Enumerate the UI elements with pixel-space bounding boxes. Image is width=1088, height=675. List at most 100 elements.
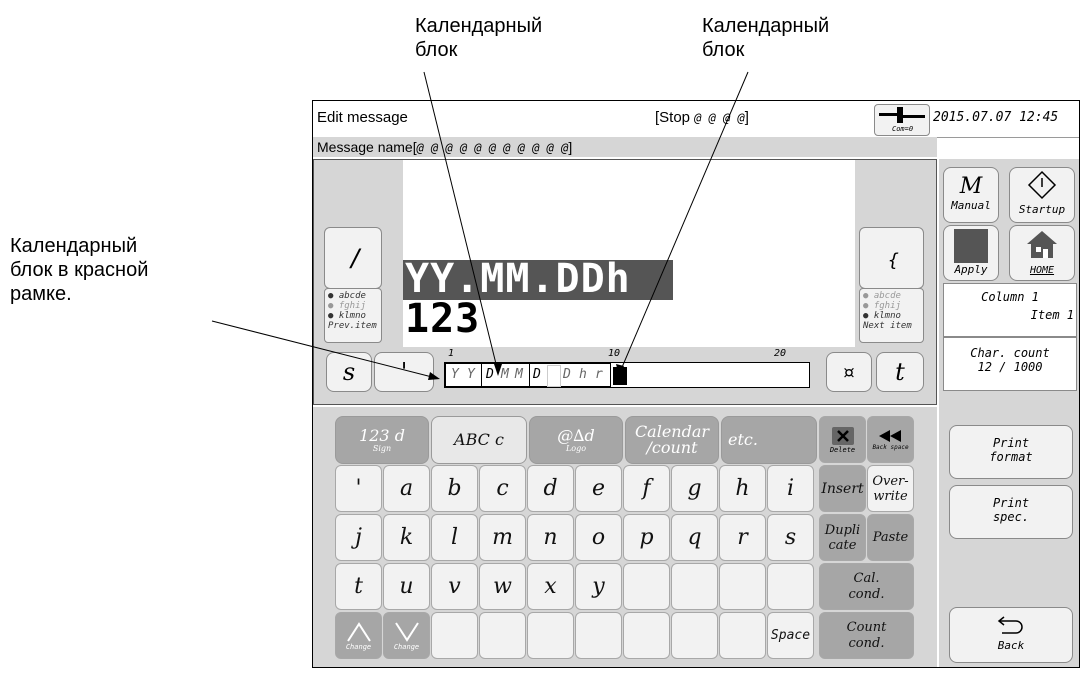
change-up-key[interactable]: Change bbox=[335, 612, 382, 659]
key-i[interactable]: i bbox=[767, 465, 814, 512]
key-blank[interactable] bbox=[719, 612, 766, 659]
key-k[interactable]: k bbox=[383, 514, 430, 561]
key-blank[interactable] bbox=[767, 563, 814, 610]
key-l[interactable]: l bbox=[431, 514, 478, 561]
cursor-currency-button[interactable]: ¤ bbox=[826, 352, 872, 392]
key-j[interactable]: j bbox=[335, 514, 382, 561]
key-c[interactable]: c bbox=[479, 465, 526, 512]
manual-button[interactable]: M Manual bbox=[943, 167, 999, 223]
print-preview[interactable]: YY.MM.DDh 123 bbox=[403, 160, 855, 347]
key-blank[interactable] bbox=[623, 563, 670, 610]
option-2: ● fghij bbox=[863, 301, 901, 311]
key-y[interactable]: y bbox=[575, 563, 622, 610]
preview-calendar-text: YY.MM.DDh bbox=[405, 256, 631, 302]
currency-label: ¤ bbox=[843, 361, 855, 383]
next-char-button[interactable]: { bbox=[859, 227, 924, 289]
cell-y2: Y bbox=[467, 367, 475, 382]
key-blank[interactable] bbox=[671, 563, 718, 610]
cursor-apostrophe-button[interactable]: ' bbox=[374, 352, 434, 392]
manual-label: Manual bbox=[951, 199, 991, 212]
key-n[interactable]: n bbox=[527, 514, 574, 561]
paste-key[interactable]: Paste bbox=[867, 514, 914, 561]
key-w[interactable]: w bbox=[479, 563, 526, 610]
startup-icon bbox=[1027, 170, 1057, 200]
key-m[interactable]: m bbox=[479, 514, 526, 561]
duplicate-key[interactable]: Dupli cate bbox=[819, 514, 866, 561]
character-strip[interactable]: Y Y D M M D D h r bbox=[444, 362, 810, 388]
ruler-20: 20 bbox=[774, 348, 787, 359]
key-o[interactable]: o bbox=[575, 514, 622, 561]
key-blank[interactable] bbox=[527, 612, 574, 659]
apply-button[interactable]: Apply bbox=[943, 225, 999, 281]
key-r[interactable]: r bbox=[719, 514, 766, 561]
count-condition-key[interactable]: Count cond. bbox=[819, 612, 914, 659]
key-v[interactable]: v bbox=[431, 563, 478, 610]
key-blank[interactable] bbox=[575, 612, 622, 659]
char-count-box: Char. count 12 / 1000 bbox=[943, 337, 1077, 391]
back-button[interactable]: Back bbox=[949, 607, 1073, 663]
cell-d3: D bbox=[563, 367, 571, 382]
print-format-button[interactable]: Print format bbox=[949, 425, 1073, 479]
key-g[interactable]: g bbox=[671, 465, 718, 512]
key-e[interactable]: e bbox=[575, 465, 622, 512]
key-h[interactable]: h bbox=[719, 465, 766, 512]
cursor-t-button[interactable]: t bbox=[876, 352, 924, 392]
status-display: [Stop @ @ @ @] bbox=[655, 109, 749, 126]
back-arrow-icon bbox=[997, 616, 1023, 634]
tab-etc[interactable]: etc. bbox=[721, 416, 817, 464]
callout-text: Календарный bbox=[10, 235, 138, 257]
option-2: ● fghij bbox=[328, 301, 366, 311]
com-button[interactable]: Com=0 bbox=[874, 104, 930, 136]
cursor-s-button[interactable]: s bbox=[326, 352, 372, 392]
status-prefix: [Stop bbox=[655, 109, 695, 126]
key-a[interactable]: a bbox=[383, 465, 430, 512]
home-button[interactable]: HOME bbox=[1009, 225, 1075, 281]
keyboard-area: 123 d Sign ABC c @∆d Logo Calendar /count … bbox=[313, 407, 937, 667]
side-panel: M Manual Startup Apply HOME Column 1 Ite… bbox=[939, 159, 1079, 667]
tab-alphabet[interactable]: ABC c bbox=[431, 416, 527, 464]
prev-char-button[interactable]: / bbox=[324, 227, 382, 289]
key-q[interactable]: q bbox=[671, 514, 718, 561]
key-blank[interactable] bbox=[719, 563, 766, 610]
key-x[interactable]: x bbox=[527, 563, 574, 610]
option-1: ● abcde bbox=[328, 291, 366, 301]
key-f[interactable]: f bbox=[623, 465, 670, 512]
cell-divider bbox=[529, 363, 530, 387]
delete-key[interactable]: Delete bbox=[819, 416, 866, 463]
key-b[interactable]: b bbox=[431, 465, 478, 512]
key-u[interactable]: u bbox=[383, 563, 430, 610]
overwrite-key[interactable]: Over-write bbox=[867, 465, 914, 512]
next-item-button[interactable]: ● abcde ● fghij ● klmno Next item bbox=[859, 288, 924, 343]
callout-top-right: Календарный блок bbox=[702, 14, 829, 62]
key-s[interactable]: s bbox=[767, 514, 814, 561]
key-t[interactable]: t bbox=[335, 563, 382, 610]
key-p[interactable]: p bbox=[623, 514, 670, 561]
key-apostrophe[interactable]: ' bbox=[335, 465, 382, 512]
tab-sign[interactable]: 123 d Sign bbox=[335, 416, 429, 464]
key-blank[interactable] bbox=[671, 612, 718, 659]
callout-text: блок в красной bbox=[10, 259, 149, 281]
message-name-suffix: ] bbox=[568, 139, 573, 155]
key-blank[interactable] bbox=[623, 612, 670, 659]
prev-item-button[interactable]: ● abcde ● fghij ● klmno Prev.item bbox=[324, 288, 382, 343]
key-d[interactable]: d bbox=[527, 465, 574, 512]
tab-calendar-count[interactable]: Calendar /count bbox=[625, 416, 719, 464]
callout-text: блок bbox=[415, 39, 458, 61]
insert-key[interactable]: Insert bbox=[819, 465, 866, 512]
space-key[interactable]: Space bbox=[767, 612, 814, 659]
calendar-condition-key[interactable]: Cal. cond. bbox=[819, 563, 914, 610]
prev-item-label: Prev.item bbox=[328, 321, 377, 331]
cell-divider bbox=[481, 363, 482, 387]
tab-logo[interactable]: @∆d Logo bbox=[529, 416, 623, 464]
key-blank[interactable] bbox=[479, 612, 526, 659]
startup-button[interactable]: Startup bbox=[1009, 167, 1075, 223]
caret-down-icon bbox=[394, 621, 419, 642]
message-name-bar: Message name[@ @ @ @ @ @ @ @ @ @ @] bbox=[313, 137, 937, 157]
print-format-label: Print bbox=[992, 436, 1030, 450]
callout-left: Календарный блок в красной рамке. bbox=[10, 234, 148, 306]
key-blank[interactable] bbox=[431, 612, 478, 659]
prev-char-label: / bbox=[349, 244, 364, 272]
backspace-key[interactable]: Back space bbox=[867, 416, 914, 463]
print-spec-button[interactable]: Print spec. bbox=[949, 485, 1073, 539]
change-down-key[interactable]: Change bbox=[383, 612, 430, 659]
